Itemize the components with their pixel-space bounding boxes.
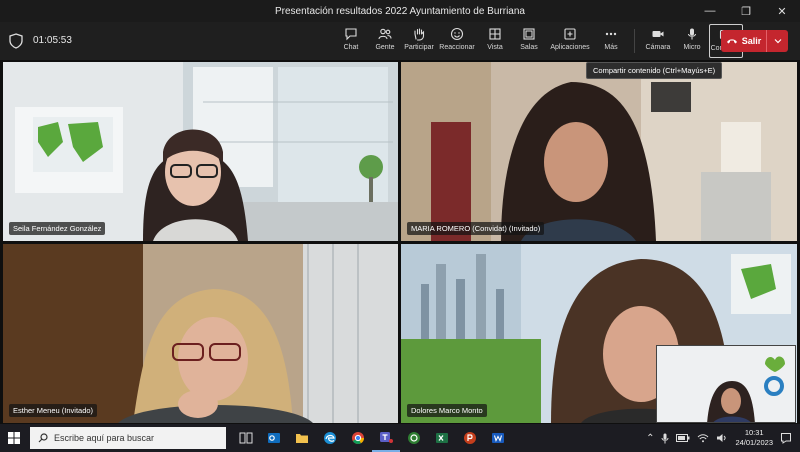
word-icon: [492, 433, 504, 443]
hand-icon: [414, 28, 425, 41]
volume-icon[interactable]: [716, 433, 728, 443]
taskbar-chrome[interactable]: [344, 424, 372, 452]
rooms-button[interactable]: Salas: [512, 24, 546, 58]
windows-taskbar: Escribe aquí para buscar ⌃ 10:31 24/01/2…: [0, 424, 800, 452]
participant-name: Esther Meneu (Invitado): [9, 404, 98, 417]
camera-icon: [652, 31, 664, 37]
app-icon: [408, 432, 420, 444]
folder-icon: [296, 434, 308, 443]
notifications-icon[interactable]: [780, 432, 792, 444]
taskbar-edge[interactable]: [316, 424, 344, 452]
toolbar-actions: Chat Gente Participar Reaccionar Vista S…: [334, 24, 743, 58]
outlook-icon: [268, 433, 280, 443]
chat-icon: [345, 28, 357, 41]
people-button[interactable]: Gente: [368, 24, 402, 58]
taskbar-green-app[interactable]: [400, 424, 428, 452]
search-icon: [38, 433, 48, 443]
rooms-icon: [523, 28, 535, 40]
taskbar-apps: [232, 424, 512, 452]
more-icon: [605, 32, 617, 36]
share-tooltip: Compartir contenido (Ctrl+Mayús+E): [586, 62, 723, 79]
windows-logo-icon: [8, 432, 20, 444]
hang-up-icon: [726, 39, 737, 44]
taskbar-outlook[interactable]: [260, 424, 288, 452]
participant-video-tile[interactable]: MARIA ROMERO (Convidat) (Invitado): [401, 62, 797, 241]
minimize-icon[interactable]: —: [692, 0, 728, 22]
microphone-icon: [687, 28, 697, 40]
window-title: Presentación resultados 2022 Ayuntamient…: [275, 5, 525, 17]
maximize-icon[interactable]: ❐: [728, 0, 764, 22]
toolbar-divider: [634, 29, 635, 53]
view-button[interactable]: Vista: [478, 24, 512, 58]
search-placeholder: Escribe aquí para buscar: [54, 433, 155, 443]
meeting-toolbar: 01:05:53 Chat Gente Participar Reacciona…: [0, 22, 800, 60]
chevron-up-icon[interactable]: ⌃: [646, 433, 654, 444]
clock-date: 24/01/2023: [735, 438, 773, 447]
task-view-button[interactable]: [232, 424, 260, 452]
teams-icon: [380, 432, 393, 443]
taskbar-file-explorer[interactable]: [288, 424, 316, 452]
system-tray: ⌃ 10:31 24/01/2023: [646, 424, 800, 452]
camera-button[interactable]: Cámara: [641, 24, 675, 58]
apps-button[interactable]: Aplicaciones: [546, 24, 594, 58]
powerpoint-icon: [464, 432, 476, 444]
taskbar-clock[interactable]: 10:31 24/01/2023: [735, 428, 773, 448]
participant-name: Dolores Marco Monto: [407, 404, 487, 417]
taskbar-excel[interactable]: [428, 424, 456, 452]
video-frame: [3, 244, 398, 423]
video-frame: [657, 346, 795, 422]
more-button[interactable]: Más: [594, 24, 628, 58]
edge-icon: [324, 432, 336, 444]
people-icon: [378, 28, 392, 40]
task-view-icon: [239, 432, 253, 444]
close-icon[interactable]: ✕: [764, 0, 800, 22]
video-frame: [401, 62, 797, 241]
clock-time: 10:31: [744, 428, 764, 437]
mic-button[interactable]: Micro: [675, 24, 709, 58]
battery-icon[interactable]: [676, 434, 690, 442]
video-grid: Seila Fernández González MARIA ROMERO (C…: [0, 60, 800, 424]
smiley-icon: [450, 27, 464, 41]
excel-icon: [436, 433, 448, 443]
video-frame: [3, 62, 398, 241]
participant-video-tile[interactable]: Seila Fernández González: [3, 62, 398, 241]
title-bar: Presentación resultados 2022 Ayuntamient…: [0, 0, 800, 22]
microphone-tray-icon[interactable]: [661, 433, 669, 444]
chat-button[interactable]: Chat: [334, 24, 368, 58]
taskbar-powerpoint[interactable]: [456, 424, 484, 452]
grid-view-icon: [489, 28, 501, 40]
meeting-timer: 01:05:53: [33, 35, 72, 46]
participant-video-tile[interactable]: Esther Meneu (Invitado): [3, 244, 398, 423]
chrome-icon: [352, 432, 364, 445]
wifi-icon[interactable]: [697, 433, 709, 443]
self-view-video[interactable]: [656, 345, 796, 423]
leave-button[interactable]: Salir: [721, 30, 766, 52]
taskbar-teams[interactable]: [372, 424, 400, 452]
leave-options-button[interactable]: [766, 30, 788, 52]
shield-icon: [9, 33, 23, 49]
leave-control: Salir: [721, 30, 788, 52]
participant-name: Seila Fernández González: [9, 222, 106, 235]
window-controls: — ❐ ✕: [692, 0, 800, 22]
raise-hand-button[interactable]: Participar: [402, 24, 436, 58]
taskbar-search-box[interactable]: Escribe aquí para buscar: [30, 427, 226, 449]
start-button[interactable]: [0, 424, 28, 452]
chevron-down-icon: [774, 39, 781, 44]
react-button[interactable]: Reaccionar: [436, 24, 478, 58]
participant-name: MARIA ROMERO (Convidat) (Invitado): [407, 222, 545, 235]
add-app-icon: [564, 28, 576, 40]
taskbar-word[interactable]: [484, 424, 512, 452]
